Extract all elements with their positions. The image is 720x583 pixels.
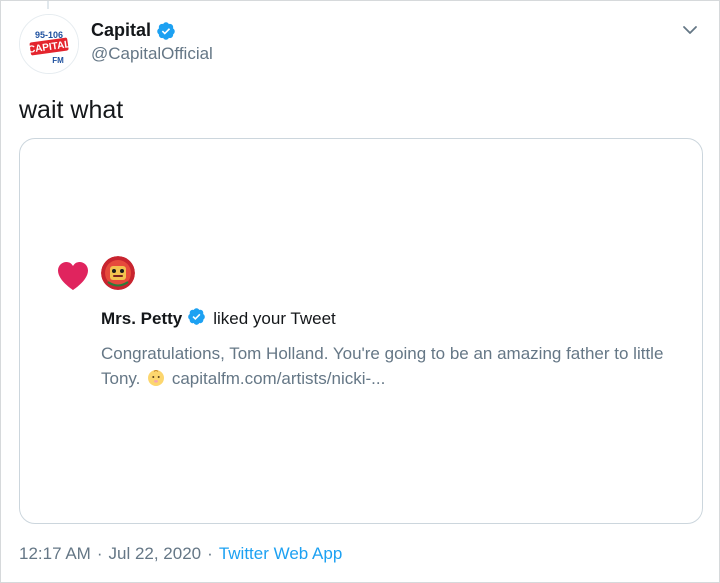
baby-emoji-icon bbox=[147, 369, 165, 394]
verified-badge-icon bbox=[187, 307, 206, 331]
verified-badge-icon bbox=[156, 21, 176, 41]
quoted-tweet-text: Congratulations, Tom Holland. You're goi… bbox=[101, 341, 681, 394]
tweet-footer: 12:17 AM · Jul 22, 2020 · Twitter Web Ap… bbox=[19, 544, 342, 564]
separator-dot: · bbox=[96, 544, 103, 563]
tweet-text: wait what bbox=[19, 96, 124, 124]
chevron-down-icon[interactable] bbox=[679, 19, 701, 41]
separator-dot: · bbox=[207, 544, 213, 563]
quoted-link[interactable]: capitalfm.com/artists/nicki-... bbox=[172, 369, 386, 388]
svg-text:95-106: 95-106 bbox=[35, 30, 63, 40]
tweet-time[interactable]: 12:17 AM bbox=[19, 544, 91, 564]
account-display-name[interactable]: Capital bbox=[91, 20, 176, 41]
tweet-date[interactable]: Jul 22, 2020 bbox=[109, 544, 202, 564]
heart-icon bbox=[57, 261, 89, 296]
tweet-card: 95-106 CAPITAL FM Capital @CapitalOffici… bbox=[0, 0, 720, 583]
capital-fm-logo-icon: 95-106 CAPITAL FM bbox=[20, 15, 78, 73]
source-app-link[interactable]: Twitter Web App bbox=[219, 544, 342, 564]
embedded-screenshot[interactable]: Mrs. Petty liked your Tweet Congratulati… bbox=[19, 138, 703, 524]
display-name-text[interactable]: Capital bbox=[91, 20, 151, 41]
like-notification: Mrs. Petty liked your Tweet bbox=[101, 307, 336, 331]
account-avatar[interactable]: 95-106 CAPITAL FM bbox=[19, 14, 79, 74]
thread-connector bbox=[47, 1, 49, 9]
account-handle[interactable]: @CapitalOfficial bbox=[91, 44, 213, 64]
svg-text:FM: FM bbox=[52, 56, 64, 65]
like-action-text: liked your Tweet bbox=[213, 309, 336, 328]
liker-avatar[interactable] bbox=[101, 256, 135, 290]
liker-name: Mrs. Petty bbox=[101, 309, 183, 328]
